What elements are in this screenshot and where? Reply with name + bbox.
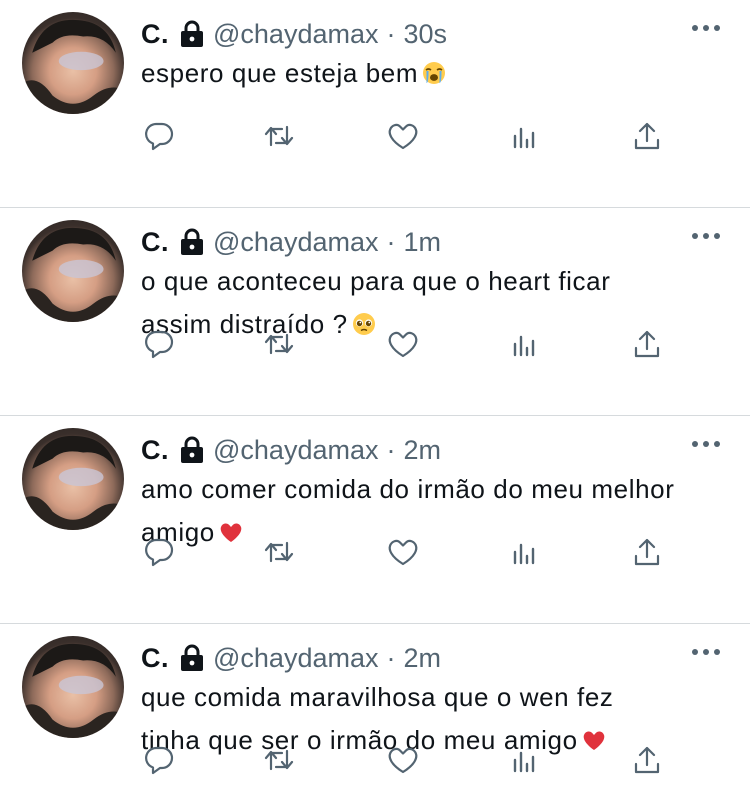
lock-icon (179, 228, 205, 256)
lock-icon (179, 20, 205, 48)
handle[interactable]: @chaydamax (213, 19, 378, 50)
handle[interactable]: @chaydamax (213, 643, 378, 674)
retweet-icon[interactable] (261, 534, 297, 570)
display-name[interactable]: C. (141, 19, 169, 50)
share-icon[interactable] (629, 534, 665, 570)
reply-icon[interactable] (141, 742, 177, 778)
reply-icon[interactable] (141, 118, 177, 154)
retweet-icon[interactable] (261, 326, 297, 362)
share-icon[interactable] (629, 326, 665, 362)
retweet-icon[interactable] (261, 118, 297, 154)
handle[interactable]: @chaydamax (213, 227, 378, 258)
tweet-actions (141, 534, 671, 570)
more-icon[interactable] (692, 228, 720, 244)
avatar[interactable] (22, 12, 124, 114)
avatar[interactable] (22, 428, 124, 530)
separator-dot: · (386, 226, 396, 257)
avatar[interactable] (22, 636, 124, 738)
tweet-header: C. @chaydamax · 2m (141, 432, 670, 468)
views-icon[interactable] (507, 118, 543, 154)
tweet-text-content: espero que esteja bem (141, 58, 419, 88)
separator-dot: · (386, 18, 396, 49)
tweet[interactable]: C. @chaydamax · 2m que comida maravilhos… (0, 624, 750, 789)
more-icon[interactable] (692, 644, 720, 660)
separator-dot: · (386, 642, 396, 673)
share-icon[interactable] (629, 118, 665, 154)
loudly-crying-face-icon (422, 61, 446, 85)
display-name[interactable]: C. (141, 643, 169, 674)
views-icon[interactable] (507, 742, 543, 778)
timestamp[interactable]: 2m (403, 435, 441, 466)
tweet[interactable]: C. @chaydamax · 2m amo comer comida do i… (0, 416, 750, 624)
reply-icon[interactable] (141, 326, 177, 362)
share-icon[interactable] (629, 742, 665, 778)
timestamp[interactable]: 2m (403, 643, 441, 674)
tweet-actions (141, 118, 671, 154)
tweet-text: espero que esteja bem (141, 52, 730, 95)
reply-icon[interactable] (141, 534, 177, 570)
handle[interactable]: @chaydamax (213, 435, 378, 466)
more-icon[interactable] (692, 20, 720, 36)
views-icon[interactable] (507, 534, 543, 570)
tweet-actions (141, 742, 671, 778)
tweet-header: C. @chaydamax · 30s (141, 16, 670, 52)
timestamp[interactable]: 30s (403, 19, 447, 50)
avatar[interactable] (22, 220, 124, 322)
tweet-header: C. @chaydamax · 1m (141, 224, 670, 260)
lock-icon (179, 436, 205, 464)
like-icon[interactable] (385, 742, 421, 778)
separator-dot: · (386, 434, 396, 465)
tweet[interactable]: C. @chaydamax · 30s espero que esteja be… (0, 0, 750, 208)
like-icon[interactable] (385, 326, 421, 362)
more-icon[interactable] (692, 436, 720, 452)
tweet-header: C. @chaydamax · 2m (141, 640, 670, 676)
like-icon[interactable] (385, 118, 421, 154)
tweet[interactable]: C. @chaydamax · 1m o que aconteceu para … (0, 208, 750, 416)
tweet-actions (141, 326, 671, 362)
views-icon[interactable] (507, 326, 543, 362)
timeline-feed: C. @chaydamax · 30s espero que esteja be… (0, 0, 750, 789)
display-name[interactable]: C. (141, 435, 169, 466)
retweet-icon[interactable] (261, 742, 297, 778)
like-icon[interactable] (385, 534, 421, 570)
timestamp[interactable]: 1m (403, 227, 441, 258)
display-name[interactable]: C. (141, 227, 169, 258)
lock-icon (179, 644, 205, 672)
